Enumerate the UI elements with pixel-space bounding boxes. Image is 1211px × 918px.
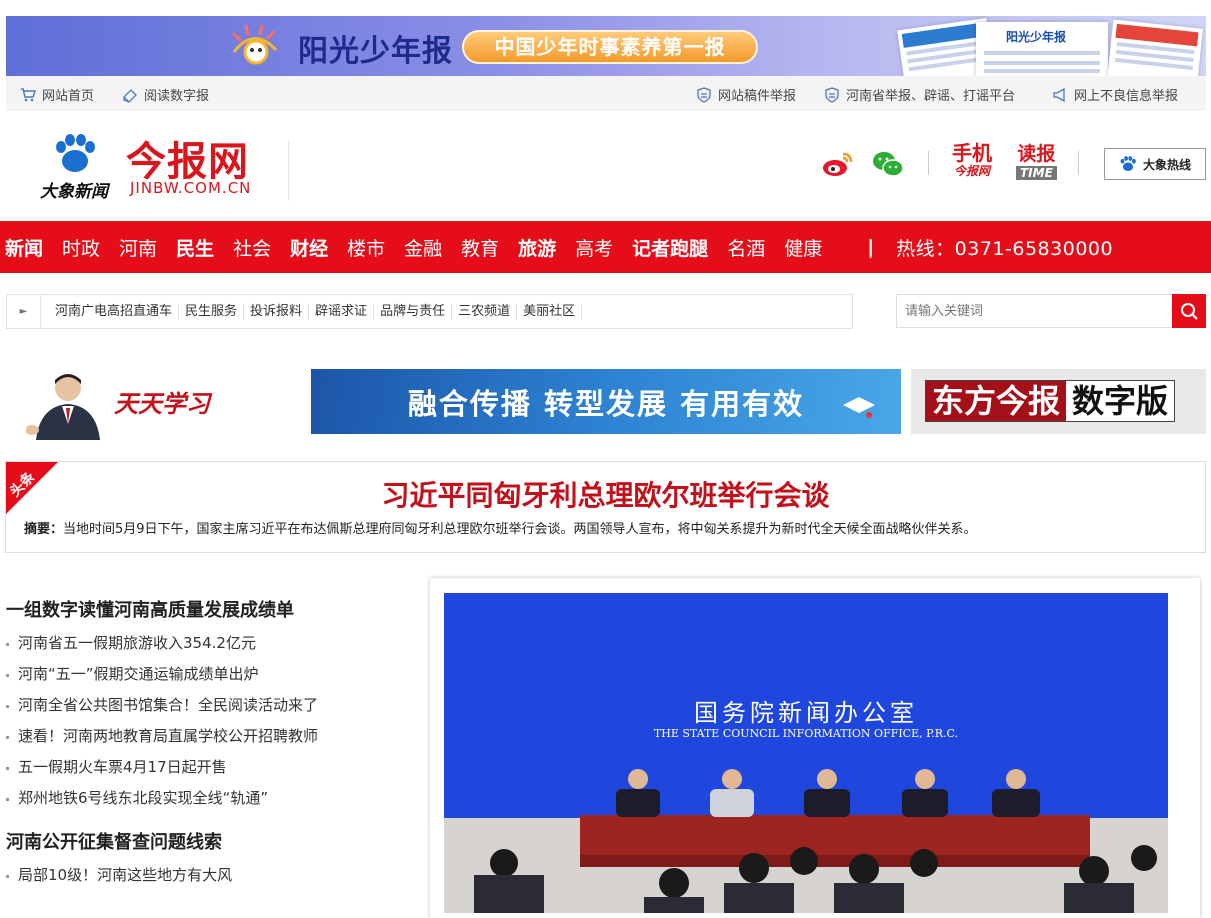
nav-item[interactable]: 记者跑腿	[632, 234, 708, 261]
headline-summary: 摘要：当地时间5月9日下午，国家主席习近平在布达佩斯总理府同匈牙利总理欧尔班举行…	[24, 518, 977, 537]
slogan-banner-text: 融合传播 转型发展 有用有效	[407, 386, 805, 421]
headline-title[interactable]: 习近平同匈牙利总理欧尔班举行会谈	[6, 474, 1205, 514]
summary-label: 摘要：	[24, 522, 64, 537]
nav-item[interactable]: 时政	[62, 234, 100, 261]
sub-channel-link[interactable]: 美丽社区	[517, 304, 583, 319]
sub-channel-link[interactable]: 投诉报料	[244, 304, 310, 319]
daily-study-slogan[interactable]: 天天学习	[114, 384, 210, 419]
digital-edition-banner[interactable]: 东方今报 数字版	[911, 369, 1206, 434]
search-input[interactable]	[896, 294, 1172, 328]
home-link-label: 网站首页	[42, 89, 95, 104]
section-title[interactable]: 河南公开征集督查问题线索	[6, 830, 406, 860]
book-icon	[123, 88, 137, 103]
shield-icon	[825, 86, 839, 103]
nav-hotline: 热线：0371-65830000	[896, 237, 1114, 260]
newspaper-image	[1107, 19, 1203, 76]
caret-right-icon[interactable]: ►	[7, 295, 41, 328]
divider	[1078, 151, 1079, 175]
leader-portrait-image[interactable]	[26, 368, 110, 440]
search-box	[896, 294, 1206, 328]
nav-item[interactable]: 金融	[404, 234, 442, 261]
henan-report-link[interactable]: 河南省举报、辟谣、打谣平台	[824, 85, 1015, 104]
nav-divider: |	[867, 236, 875, 258]
sub-channel-link[interactable]: 河南广电高招直通车	[41, 304, 180, 319]
slogan-banner[interactable]: 融合传播 转型发展 有用有效	[311, 369, 901, 434]
nav-item[interactable]: 社会	[233, 234, 271, 261]
nav-item[interactable]: 健康	[784, 234, 822, 261]
search-icon	[1181, 303, 1198, 320]
mobile-app-top: 手机	[952, 141, 992, 165]
news-list-item[interactable]: 郑州地铁6号线东北段实现全线“轨通”	[6, 783, 406, 814]
sub-channel-bar: ► 河南广电高招直通车 民生服务 投诉报料 辟谣求证 品牌与责任 三农频道 美丽社区	[6, 294, 853, 329]
paper-title: 阳光少年报	[1006, 30, 1067, 44]
epaper-link-label: 阅读数字报	[144, 89, 210, 104]
summary-text: 当地时间5月9日下午，国家主席习近平在布达佩斯总理府同匈牙利总理欧尔班举行会谈。…	[63, 522, 977, 537]
photo-org-cn: 国务院新闻办公室	[694, 699, 918, 727]
mobile-app-bottom: 今报网	[953, 164, 990, 178]
news-list-item[interactable]: 河南“五一”假期交通运输成绩单出炉	[6, 659, 406, 690]
nav-item[interactable]: 新闻	[5, 234, 43, 261]
read-time-link[interactable]: 读报 TIME	[1016, 145, 1057, 180]
search-button[interactable]	[1172, 294, 1206, 328]
weibo-icon[interactable]	[822, 149, 854, 179]
utility-bar: 网站首页 阅读数字报 网站稿件举报 河南省举报、辟谣、打谣平台 网上不良信息举报	[6, 76, 1206, 111]
wechat-icon[interactable]	[872, 149, 904, 179]
home-link[interactable]: 网站首页	[20, 85, 94, 104]
section-title[interactable]: 一组数字读懂河南高质量发展成绩单	[6, 598, 406, 628]
main-nav: 新闻 时政 河南 民生 社会 财经 楼市 金融 教育 旅游 高考 记者跑腿 名酒 健康 | 热线：0371…	[0, 221, 1211, 273]
nav-item[interactable]: 高考	[575, 234, 613, 261]
banner-slogan: 中国少年时事素养第一报	[462, 30, 758, 64]
news-list-item[interactable]: 河南全省公共图书馆集合！全民阅读活动来了	[6, 690, 406, 721]
news-list-column: 一组数字读懂河南高质量发展成绩单 河南省五一假期旅游收入354.2亿元 河南“五一…	[6, 598, 406, 891]
cart-icon	[21, 87, 36, 101]
top-ad-banner[interactable]: 阳光少年报 中国少年时事素养第一报 阳光少年报	[6, 16, 1206, 76]
newspaper-image-main: 阳光少年报	[976, 22, 1108, 76]
site-url: JINBW.COM.CN	[130, 179, 252, 197]
nav-item[interactable]: 名酒	[727, 234, 765, 261]
henan-report-label: 河南省举报、辟谣、打谣平台	[846, 89, 1016, 104]
header-divider	[288, 141, 289, 201]
site-header: 大象新闻 今报网 JINBW.COM.CN 手机 今报网 读报 TIME 大象热…	[0, 111, 1211, 221]
sub-channel-link[interactable]: 民生服务	[179, 304, 245, 319]
read-time-bottom: TIME	[1016, 166, 1057, 180]
news-list-item[interactable]: 河南省五一假期旅游收入354.2亿元	[6, 628, 406, 659]
nav-item[interactable]: 教育	[461, 234, 499, 261]
mobile-app-link[interactable]: 手机 今报网	[952, 143, 992, 177]
shield-icon	[697, 86, 711, 103]
book-icon	[843, 397, 875, 418]
epaper-link[interactable]: 阅读数字报	[122, 85, 209, 104]
press-conference-image	[444, 593, 1168, 913]
headline-box: 头条 习近平同匈牙利总理欧尔班举行会谈 摘要：当地时间5月9日下午，国家主席习近…	[5, 461, 1206, 553]
paw-logo-icon[interactable]	[52, 131, 98, 177]
daxiang-hotline-button[interactable]: 大象热线	[1104, 148, 1206, 180]
nav-item[interactable]: 旅游	[518, 234, 556, 261]
parent-brand: 大象新闻	[40, 182, 108, 202]
report-manuscript-label: 网站稿件举报	[718, 89, 797, 104]
nav-item[interactable]: 河南	[119, 234, 157, 261]
bad-info-label: 网上不良信息举报	[1074, 89, 1179, 104]
paw-icon	[1120, 156, 1136, 172]
sub-channel-link[interactable]: 品牌与责任	[374, 304, 453, 319]
megaphone-icon	[1053, 87, 1065, 102]
banner-brand: 阳光少年报	[298, 34, 453, 69]
news-list-item[interactable]: 五一假期火车票4月17日起开售	[6, 752, 406, 783]
bad-info-link[interactable]: 网上不良信息举报	[1052, 85, 1178, 104]
read-time-top: 读报	[1017, 143, 1056, 165]
report-manuscript-link[interactable]: 网站稿件举报	[696, 85, 796, 104]
nav-item[interactable]: 财经	[290, 234, 328, 261]
hotline-button-label: 大象热线	[1142, 157, 1191, 172]
photo-org-en: THE STATE COUNCIL INFORMATION OFFICE, P.…	[653, 727, 959, 740]
digital-edition-suffix: 数字版	[1066, 381, 1175, 421]
digital-edition-title: 东方今报	[926, 381, 1067, 421]
divider	[928, 151, 929, 175]
sun-logo-icon	[232, 24, 278, 65]
sub-channel-link[interactable]: 三农频道	[452, 304, 518, 319]
sub-channel-link[interactable]: 辟谣求证	[309, 304, 375, 319]
press-conference-photo[interactable]: 国务院新闻办公室 THE STATE COUNCIL INFORMATION O…	[444, 593, 1168, 913]
nav-item[interactable]: 楼市	[347, 234, 385, 261]
nav-item[interactable]: 民生	[176, 234, 214, 261]
news-list-item[interactable]: 局部10级！河南这些地方有大风	[6, 860, 406, 891]
news-list-item[interactable]: 速看！河南两地教育局直属学校公开招聘教师	[6, 721, 406, 752]
